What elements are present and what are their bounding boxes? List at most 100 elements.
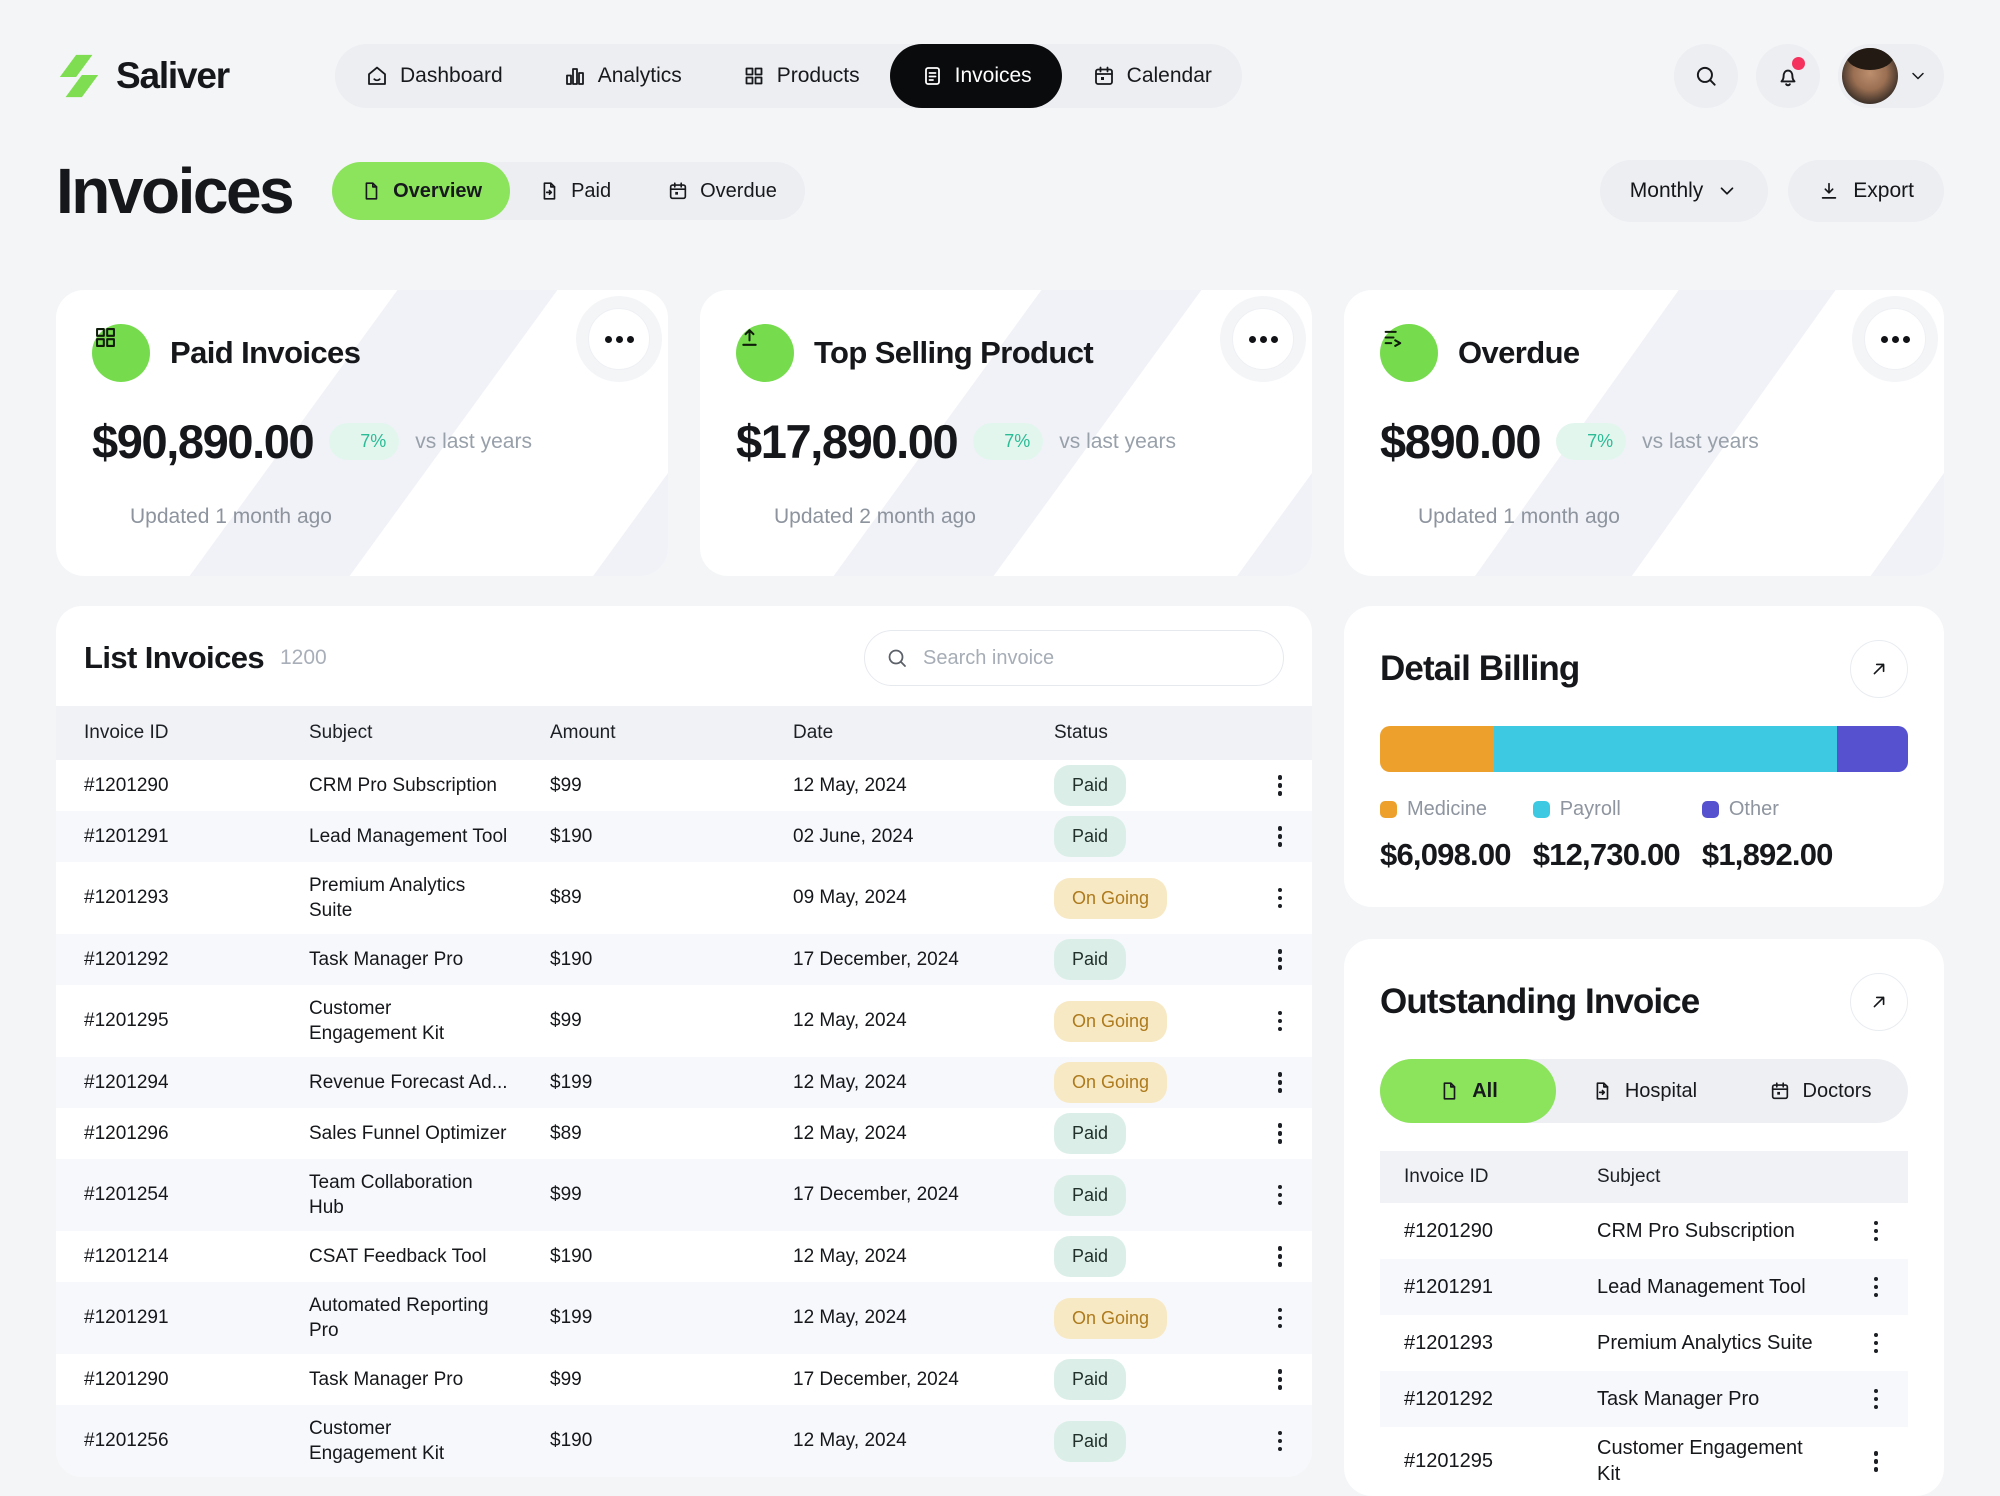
stat-compare-note: vs last years [415,430,532,454]
file-arrow-icon [1591,1080,1613,1102]
grid-icon [742,64,766,88]
cell-amount: $89 [550,887,793,909]
invoice-icon [920,64,944,88]
cell-invoice-id: #1201293 [1404,1332,1597,1355]
list-invoices-title: List Invoices [84,640,264,676]
arrow-up-right-icon [1868,658,1890,680]
header-actions: Monthly Export [1600,160,1944,222]
invoice-count: 1200 [280,646,327,670]
row-menu-button[interactable] [1272,1066,1289,1099]
row-menu-button[interactable] [1272,1179,1289,1212]
outstanding-tab-hospital[interactable]: Hospital [1556,1059,1732,1123]
cell-amount: $199 [550,1072,793,1094]
cell-subject: Task Manager Pro [309,947,550,972]
cell-date: 12 May, 2024 [793,1246,1054,1268]
invoice-view-tabs: Overview Paid Overdue [332,162,805,220]
legend-dot [1533,801,1550,818]
cell-invoice-id: #1201214 [84,1246,309,1268]
row-menu-button[interactable] [1272,882,1289,915]
status-badge: Paid [1054,765,1126,806]
status-badge: On Going [1054,1001,1167,1042]
cell-date: 17 December, 2024 [793,1369,1054,1391]
stat-change-badge: 7% [973,423,1043,460]
outstanding-tab-all[interactable]: All [1380,1059,1556,1123]
column-header-date: Date [793,722,1054,744]
avatar [1842,48,1898,104]
outstanding-table-row: #1201290 CRM Pro Subscription [1380,1203,1908,1259]
row-menu-button[interactable] [1272,1240,1289,1273]
cell-amount: $99 [550,1010,793,1032]
cell-date: 12 May, 2024 [793,1010,1054,1032]
nav-item-products[interactable]: Products [712,44,890,108]
row-menu-button[interactable] [1272,1425,1289,1458]
row-menu-button[interactable] [1272,943,1289,976]
cell-invoice-id: #1201256 [84,1430,309,1452]
row-menu-button[interactable] [1272,1302,1289,1335]
tab-overdue[interactable]: Overdue [639,162,805,220]
column-header-subject: Subject [1597,1166,1858,1188]
nav-item-calendar[interactable]: Calendar [1062,44,1242,108]
search-button[interactable] [1674,44,1738,108]
tab-overview[interactable]: Overview [332,162,510,220]
file-icon [1438,1080,1460,1102]
chevron-down-icon [1716,180,1738,202]
cell-invoice-id: #1201290 [84,775,309,797]
status-badge: On Going [1054,1298,1167,1339]
search-invoice-input[interactable] [921,646,1263,671]
cell-invoice-id: #1201295 [84,1010,309,1032]
nav-item-invoices[interactable]: Invoices [890,44,1062,108]
row-menu-button[interactable] [1272,1005,1289,1038]
tab-paid[interactable]: Paid [510,162,639,220]
stat-amount: $90,890.00 [92,414,313,469]
row-menu-button[interactable] [1272,1363,1289,1396]
refresh-icon [736,505,760,529]
export-button[interactable]: Export [1788,160,1944,222]
nav-item-dashboard[interactable]: Dashboard [335,44,533,108]
grid-icon [92,324,119,351]
search-invoice-field[interactable] [864,630,1284,686]
stat-card-menu-button[interactable] [1864,308,1926,370]
outstanding-open-button[interactable] [1850,973,1908,1031]
detail-billing-open-button[interactable] [1850,640,1908,698]
user-menu[interactable] [1838,44,1944,108]
invoice-table-row: #1201293 Premium Analytics Suite $89 09 … [56,862,1312,934]
outstanding-table-header: Invoice IDSubject [1380,1151,1908,1203]
notifications-button[interactable] [1756,44,1820,108]
period-select[interactable]: Monthly [1600,160,1769,222]
nav-item-analytics[interactable]: Analytics [533,44,712,108]
status-badge: Paid [1054,939,1126,980]
stat-compare-note: vs last years [1642,430,1759,454]
export-label: Export [1853,179,1914,203]
nav-item-label: Products [777,64,860,88]
nav-item-label: Invoices [955,64,1032,88]
row-menu-button[interactable] [1868,1215,1885,1248]
stat-card-menu-button[interactable] [1232,308,1294,370]
cell-invoice-id: #1201292 [1404,1388,1597,1411]
cell-invoice-id: #1201290 [1404,1220,1597,1243]
row-menu-button[interactable] [1272,769,1289,802]
cell-subject: Customer Engagement Kit [309,996,504,1046]
cell-subject: CRM Pro Subscription [1597,1218,1817,1244]
stat-card-overdue: Overdue $890.00 7% vs last years Updated… [1344,290,1944,576]
stat-card-menu-button[interactable] [588,308,650,370]
row-menu-button[interactable] [1272,1117,1289,1150]
cell-subject: Task Manager Pro [309,1367,550,1392]
cell-amount: $190 [550,826,793,848]
cell-subject: Lead Management Tool [1597,1274,1817,1300]
outstanding-tab-doctors[interactable]: Doctors [1732,1059,1908,1123]
tab-label: Doctors [1803,1080,1872,1103]
search-icon [1693,63,1719,89]
stat-change-value: 7% [1587,431,1613,452]
row-menu-button[interactable] [1868,1383,1885,1416]
column-header-status: Status [1054,722,1248,744]
cell-invoice-id: #1201293 [84,887,309,909]
refresh-icon [92,505,116,529]
column-header-amount: Amount [550,722,793,744]
row-menu-button[interactable] [1868,1271,1885,1304]
stat-amount: $17,890.00 [736,414,957,469]
cell-amount: $190 [550,1246,793,1268]
row-menu-button[interactable] [1272,820,1289,853]
status-badge: Paid [1054,816,1126,857]
row-menu-button[interactable] [1868,1327,1885,1360]
row-menu-button[interactable] [1868,1445,1885,1478]
